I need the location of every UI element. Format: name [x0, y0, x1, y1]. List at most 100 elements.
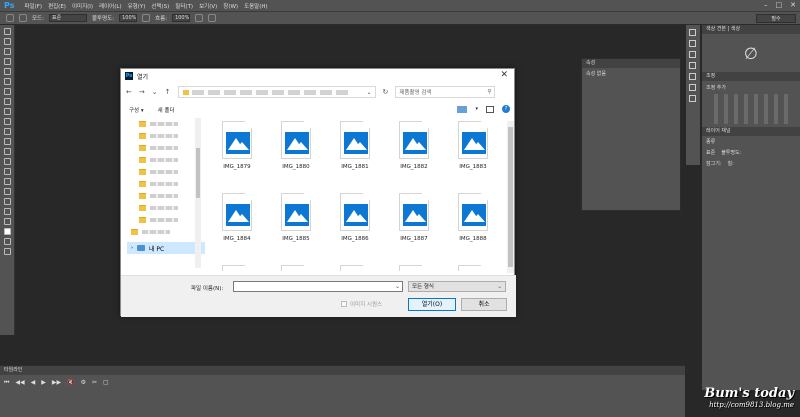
- first-frame-icon[interactable]: ⏮: [4, 379, 9, 387]
- refresh-icon[interactable]: ↻: [383, 88, 389, 96]
- zoom-tool-icon[interactable]: [4, 218, 11, 225]
- brush-tool-icon[interactable]: [4, 98, 11, 105]
- tree-item[interactable]: ✱: [127, 154, 205, 166]
- view-options-icon[interactable]: [457, 105, 468, 113]
- file-grid-scrollbar[interactable]: [507, 121, 514, 273]
- tree-item[interactable]: [127, 190, 205, 202]
- filename-input[interactable]: ⌄: [233, 281, 403, 292]
- blur-tool-icon[interactable]: [4, 148, 11, 155]
- type-tool-icon[interactable]: [4, 178, 11, 185]
- menu-filter[interactable]: 필터(T): [175, 2, 193, 10]
- quick-select-tool-icon[interactable]: [4, 58, 11, 65]
- pressure-size-icon[interactable]: [208, 14, 217, 22]
- minimize-button[interactable]: –: [764, 1, 768, 9]
- up-icon[interactable]: ↑: [165, 88, 171, 96]
- file-item[interactable]: [331, 265, 379, 271]
- address-bar[interactable]: ⌄: [177, 86, 376, 98]
- menu-help[interactable]: 도움말(H): [244, 2, 268, 10]
- timeline-tab[interactable]: 타임라인: [0, 366, 685, 375]
- view-dropdown-icon[interactable]: ▾: [475, 106, 478, 112]
- file-item[interactable]: [449, 265, 497, 271]
- menu-view[interactable]: 보기(V): [199, 2, 217, 10]
- opacity-input[interactable]: 100%: [119, 14, 138, 22]
- crop-tool-icon[interactable]: [4, 68, 11, 75]
- play-icon[interactable]: ▶: [41, 379, 46, 387]
- tree-item[interactable]: ✱: [127, 130, 205, 142]
- filetype-select[interactable]: 모든 형식 ⌄: [408, 281, 506, 292]
- tree-item[interactable]: [127, 178, 205, 190]
- layers-tab[interactable]: 레이어 채널: [702, 127, 800, 136]
- menu-select[interactable]: 선택(S): [151, 2, 169, 10]
- brush-panel-icon[interactable]: [19, 14, 27, 22]
- path-select-tool-icon[interactable]: [4, 188, 11, 195]
- close-app-button[interactable]: ✕: [790, 1, 796, 9]
- address-dropdown-icon[interactable]: ⌄: [366, 89, 371, 96]
- file-item[interactable]: IMG_1888: [449, 193, 497, 259]
- pressure-opacity-icon[interactable]: [142, 14, 151, 22]
- menu-type[interactable]: 유형(Y): [128, 2, 146, 10]
- back-icon[interactable]: ←: [126, 88, 132, 96]
- info-dock-icon[interactable]: [689, 62, 696, 69]
- screen-mode-icon[interactable]: [4, 248, 11, 255]
- file-item[interactable]: IMG_1882: [390, 121, 438, 187]
- filename-dropdown-icon[interactable]: ⌄: [395, 283, 400, 290]
- quick-mask-icon[interactable]: [4, 238, 11, 245]
- next-frame-icon[interactable]: ▶▶: [52, 379, 61, 387]
- file-item[interactable]: IMG_1880: [272, 121, 320, 187]
- pen-tool-icon[interactable]: [4, 168, 11, 175]
- file-item[interactable]: [272, 265, 320, 271]
- marquee-tool-icon[interactable]: [4, 38, 11, 45]
- new-folder-button[interactable]: 새 폴더: [158, 106, 175, 114]
- settings-icon[interactable]: ⚙: [81, 379, 86, 387]
- tree-item[interactable]: ✱: [127, 142, 205, 154]
- forward-icon[interactable]: →: [139, 88, 145, 96]
- tree-item[interactable]: [127, 226, 205, 238]
- eraser-tool-icon[interactable]: [4, 128, 11, 135]
- hand-tool-icon[interactable]: [4, 208, 11, 215]
- layers-blend-mode[interactable]: 표준: [706, 149, 715, 156]
- menu-file[interactable]: 파일(F): [24, 2, 42, 10]
- file-item[interactable]: IMG_1881: [331, 121, 379, 187]
- mute-icon[interactable]: 🔇: [67, 379, 74, 387]
- tree-item[interactable]: ✱: [127, 118, 205, 130]
- file-item[interactable]: IMG_1887: [390, 193, 438, 259]
- history-brush-tool-icon[interactable]: [4, 118, 11, 125]
- menu-layer[interactable]: 레이어(L): [99, 2, 122, 10]
- organize-button[interactable]: 구성 ▾: [129, 106, 144, 114]
- menu-image[interactable]: 이미지(I): [72, 2, 93, 10]
- tree-scrollbar[interactable]: [195, 118, 201, 268]
- file-item[interactable]: IMG_1884: [213, 193, 261, 259]
- tree-item[interactable]: [127, 202, 205, 214]
- color-swatch-icon[interactable]: [4, 228, 11, 235]
- file-item[interactable]: [390, 265, 438, 271]
- recent-dropdown-icon[interactable]: ⌄: [152, 88, 158, 96]
- properties-tab[interactable]: 속성: [582, 59, 680, 68]
- swatches-tab[interactable]: 색상 견본 | 색상: [702, 25, 800, 34]
- adjustment-icons[interactable]: [708, 94, 794, 124]
- shape-tool-icon[interactable]: [4, 198, 11, 205]
- properties-dock-icon[interactable]: [689, 40, 696, 47]
- tree-scroll-thumb[interactable]: [196, 148, 200, 198]
- split-icon[interactable]: ✂: [92, 379, 97, 387]
- paragraph-dock-icon[interactable]: [689, 84, 696, 91]
- move-tool-icon[interactable]: [4, 28, 11, 35]
- prev-frame-icon[interactable]: ◀◀: [15, 379, 24, 387]
- open-button[interactable]: 열기(O): [408, 298, 456, 311]
- file-item[interactable]: IMG_1879: [213, 121, 261, 187]
- menu-window[interactable]: 창(W): [223, 2, 238, 10]
- airbrush-icon[interactable]: [195, 14, 204, 22]
- mode-select[interactable]: 표준: [48, 14, 87, 22]
- character-dock-icon[interactable]: [689, 73, 696, 80]
- workspace-select[interactable]: 필수: [756, 14, 796, 23]
- menu-edit[interactable]: 편집(E): [48, 2, 66, 10]
- eyedropper-tool-icon[interactable]: [4, 78, 11, 85]
- brush-dock-icon[interactable]: [689, 95, 696, 102]
- healing-tool-icon[interactable]: [4, 88, 11, 95]
- help-icon[interactable]: ?: [502, 105, 510, 113]
- actions-dock-icon[interactable]: [689, 51, 696, 58]
- layers-kind-filter[interactable]: 종류: [706, 138, 715, 145]
- search-input[interactable]: 제품촬영 검색 ⚲: [395, 86, 496, 98]
- dodge-tool-icon[interactable]: [4, 158, 11, 165]
- file-item[interactable]: IMG_1886: [331, 193, 379, 259]
- lasso-tool-icon[interactable]: [4, 48, 11, 55]
